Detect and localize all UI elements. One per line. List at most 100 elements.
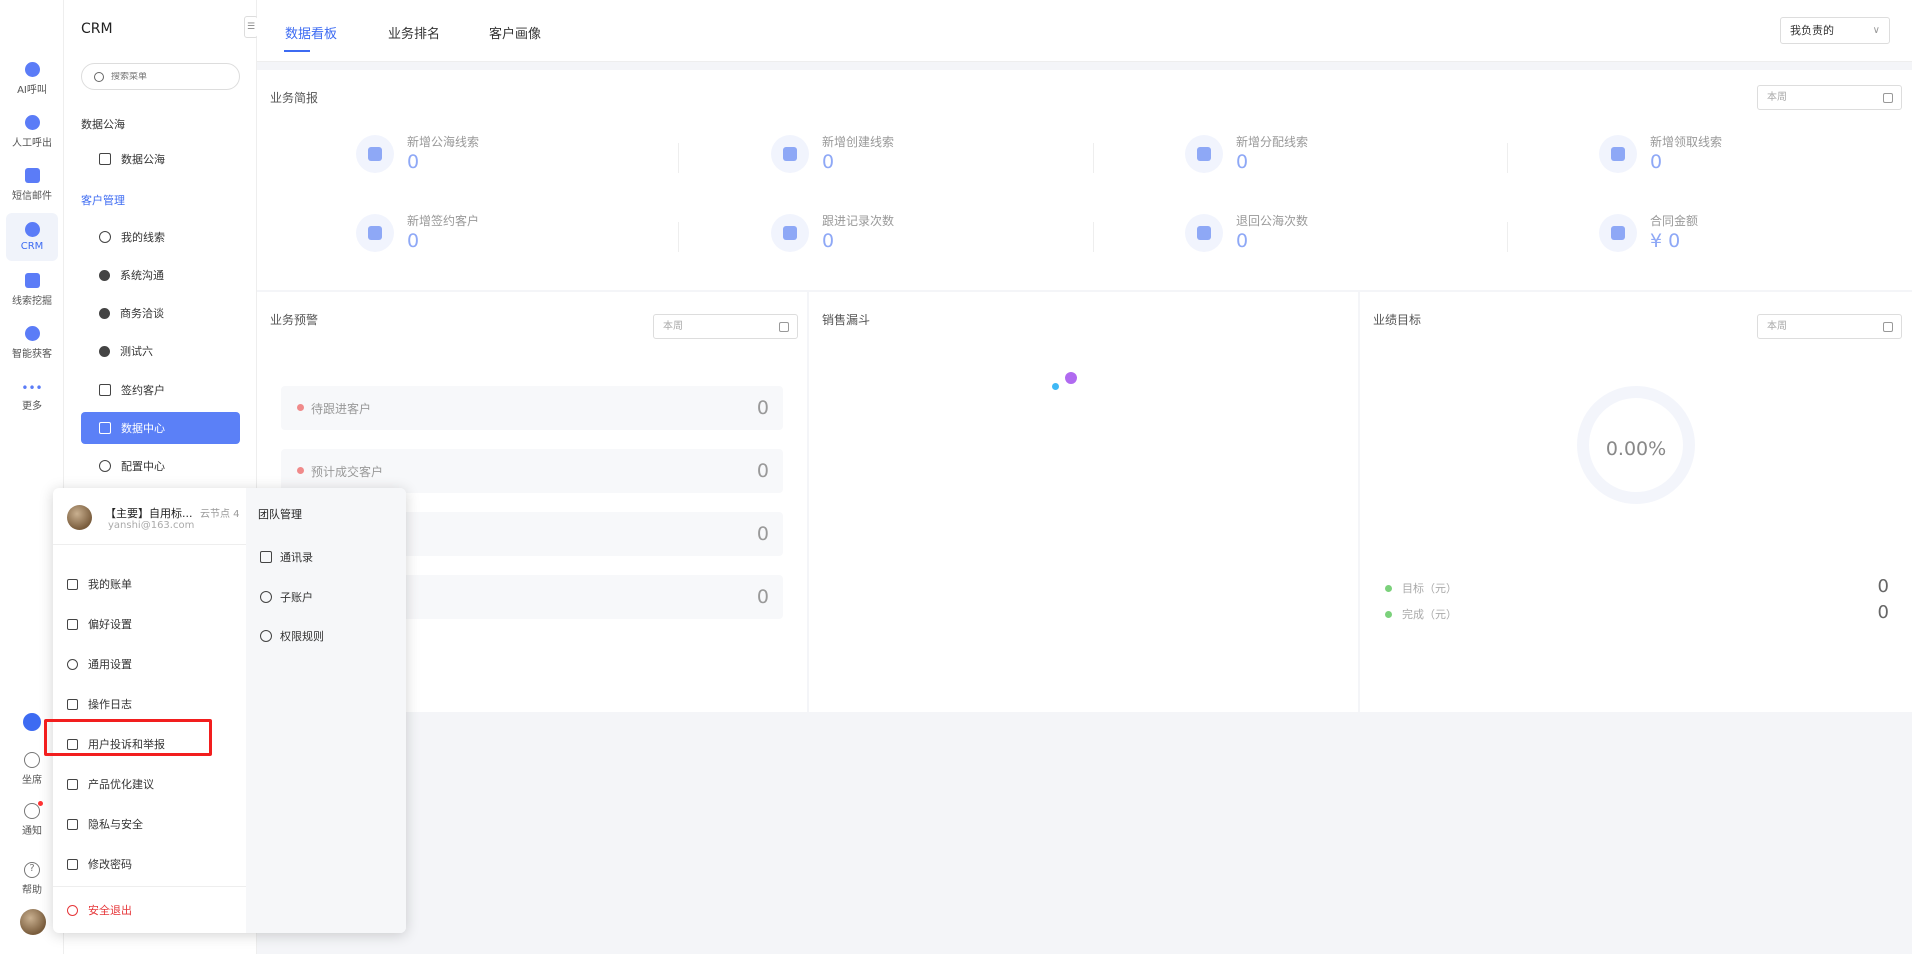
user-menu-popup: 【主要】自用标... 云节点 4 yanshi@163.com 我的账单 偏好设… [53, 488, 406, 933]
legend-target: 目标（元） 0 [1385, 576, 1889, 597]
stat-value: 0 [1236, 230, 1249, 252]
stat-label: 新增创建线索 [822, 135, 895, 149]
rail-manual-call[interactable]: 人工呼出 [6, 108, 58, 156]
headset-icon [24, 752, 40, 768]
stat-label: 新增分配线索 [1236, 135, 1309, 149]
sliders-icon [67, 618, 78, 630]
menu-item-my-leads[interactable]: 我的线索 [81, 221, 240, 253]
tab-customer-profile[interactable]: 客户画像 [489, 23, 541, 42]
funnel-title: 销售漏斗 [822, 313, 871, 327]
menu-item-test-six[interactable]: 测试六 [81, 335, 240, 367]
scope-select[interactable]: 我负责的 ∨ [1780, 17, 1890, 44]
progress-percent: 0.00% [1605, 438, 1667, 460]
stat-value: ¥ 0 [1650, 230, 1681, 252]
stat-new-sea-leads: 新增公海线索 0 [356, 133, 679, 183]
operation-log-item[interactable]: 操作日志 [67, 696, 132, 712]
rail-notify[interactable]: 通知 [10, 801, 54, 837]
rail-help[interactable]: ? 帮助 [10, 862, 54, 896]
menu-item-data-sea[interactable]: 数据公海 [81, 143, 240, 175]
rail-ai-call[interactable]: AI呼叫 [6, 55, 58, 103]
team-item-label: 子账户 [280, 591, 313, 604]
stat-divider [678, 222, 679, 252]
collapse-menu-icon[interactable]: ☰ [244, 16, 258, 38]
mail-icon [24, 168, 40, 183]
users-icon [260, 591, 272, 603]
tab-ranking[interactable]: 业务排名 [388, 23, 440, 42]
warning-row[interactable]: 预计成交客户 0 [281, 449, 783, 493]
money-icon [1599, 214, 1637, 252]
shield-icon[interactable] [23, 713, 41, 731]
menu-search-input[interactable] [111, 71, 221, 82]
stat-divider [1507, 143, 1508, 173]
help-glyph: ? [29, 863, 35, 874]
warning-row-value: 0 [756, 586, 769, 608]
status-dot [297, 404, 304, 411]
legend-value: 0 [1877, 602, 1889, 623]
funnel-panel: 销售漏斗 [809, 292, 1358, 712]
group-customer-mgmt[interactable]: 客户管理 [81, 192, 125, 208]
rail-lead-mining[interactable]: 线索挖掘 [6, 266, 58, 314]
target-date-picker[interactable]: 本周 [1757, 314, 1902, 339]
stat-new-created-leads: 新增创建线索 0 [771, 133, 1094, 183]
logout-button[interactable]: 安全退出 [67, 902, 132, 918]
menu-item-system-comm[interactable]: 系统沟通 [81, 259, 240, 291]
change-password-item[interactable]: 修改密码 [67, 856, 132, 872]
legend-value: 0 [1877, 576, 1889, 597]
rail-seat[interactable]: 坐席 [10, 752, 54, 786]
overview-date-picker[interactable]: 本周 [1757, 85, 1902, 110]
menu-item-data-center[interactable]: 数据中心 [81, 412, 240, 444]
warning-row-label: 预计成交客户 [311, 465, 384, 479]
popup-item-label: 偏好设置 [88, 618, 132, 631]
menu-item-config-center[interactable]: 配置中心 [81, 450, 240, 482]
rail-crm[interactable]: CRM [6, 213, 58, 261]
team-item-label: 权限规则 [280, 630, 324, 643]
legend-label: 完成（元） [1402, 608, 1457, 621]
sub-accounts-item[interactable]: 子账户 [260, 589, 313, 605]
rail-sms-email[interactable]: 短信邮件 [6, 161, 58, 209]
menu-item-business-talk[interactable]: 商务洽谈 [81, 297, 240, 329]
logout-label: 安全退出 [88, 904, 132, 917]
rail-help-label: 帮助 [22, 885, 42, 896]
menu-item-label: 数据中心 [121, 422, 165, 435]
highlight-box [44, 719, 212, 756]
warning-row[interactable]: 待跟进客户 0 [281, 386, 783, 430]
menu-search[interactable] [81, 63, 240, 90]
popup-item-label: 通用设置 [88, 658, 132, 671]
privacy-security-item[interactable]: 隐私与安全 [67, 816, 143, 832]
general-settings-item[interactable]: 通用设置 [67, 656, 132, 672]
bill-icon [67, 578, 78, 590]
loading-spinner-dot [1065, 372, 1077, 384]
gear-icon [67, 658, 78, 670]
preferences-item[interactable]: 偏好设置 [67, 616, 132, 632]
rail-smart-acquire[interactable]: 智能获客 [6, 319, 58, 367]
rail-more-label: 更多 [22, 400, 42, 412]
product-feedback-item[interactable]: 产品优化建议 [67, 776, 154, 792]
warning-date-value: 本周 [663, 321, 683, 332]
rail-more[interactable]: ••• 更多 [6, 373, 58, 421]
bell-icon [24, 801, 43, 819]
stat-label: 新增公海线索 [407, 135, 480, 149]
popup-item-label: 产品优化建议 [88, 778, 154, 791]
menu-item-signed-customers[interactable]: 签约客户 [81, 374, 240, 406]
warning-date-picker[interactable]: 本周 [653, 314, 798, 339]
team-item-label: 通讯录 [280, 551, 313, 564]
menu-item-label: 我的线索 [121, 231, 165, 244]
tab-dashboard[interactable]: 数据看板 [285, 23, 337, 42]
legend-dot [1385, 611, 1392, 618]
folder-icon [1185, 135, 1223, 173]
warning-row-label: 待跟进客户 [311, 402, 372, 416]
log-icon [67, 698, 78, 710]
main-content: 数据看板 业务排名 客户画像 我负责的 ∨ 业务简报 本周 新增公海线索 0 新… [257, 0, 1912, 954]
permission-rules-item[interactable]: 权限规则 [260, 628, 324, 644]
menu-item-label: 商务洽谈 [120, 307, 164, 320]
my-bills-item[interactable]: 我的账单 [67, 576, 132, 592]
top-tab-bar: 数据看板 业务排名 客户画像 我负责的 ∨ [257, 0, 1912, 62]
overview-date-value: 本周 [1767, 92, 1787, 103]
scope-select-value: 我负责的 [1790, 24, 1834, 37]
shield-user-icon [67, 818, 78, 830]
user-avatar-button[interactable] [20, 909, 46, 935]
rail-lead-mining-label: 线索挖掘 [12, 296, 52, 307]
contacts-item[interactable]: 通讯录 [260, 549, 313, 565]
popup-item-label: 修改密码 [88, 858, 132, 871]
stat-divider [678, 143, 679, 173]
